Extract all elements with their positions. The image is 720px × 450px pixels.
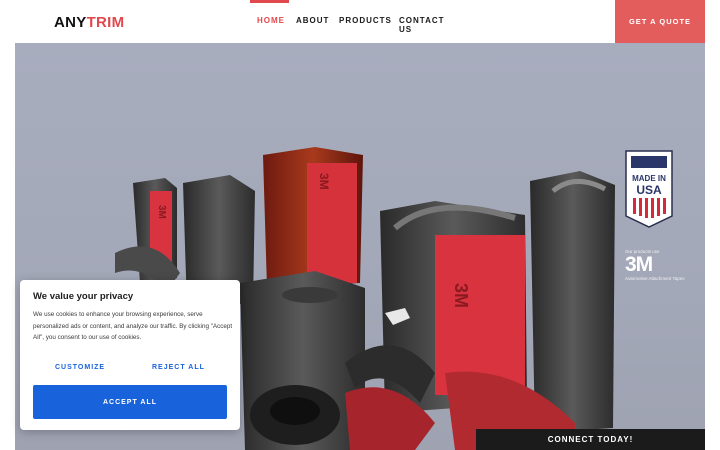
nav-products[interactable]: PRODUCTS (339, 16, 392, 25)
nav-about[interactable]: ABOUT (296, 16, 329, 25)
active-nav-indicator (250, 0, 289, 3)
site-logo[interactable]: ANYTRIM (54, 14, 124, 31)
profile-print-2: 3M (317, 173, 331, 190)
nav-home[interactable]: HOME (257, 16, 285, 25)
cookie-text: We use cookies to enhance your browsing … (33, 311, 233, 341)
logo-any: ANY (54, 14, 87, 31)
cookie-title: We value your privacy (33, 291, 134, 302)
logo-trim: TRIM (86, 14, 125, 31)
customize-button[interactable]: CUSTOMIZE (55, 364, 105, 371)
nav-contact-us[interactable]: CONTACT US (399, 16, 445, 34)
badge-line1: MADE IN (632, 174, 666, 183)
badge-line2: USA (636, 183, 662, 197)
3m-tape-mark: Our products use 3M Automotive Attachmen… (625, 249, 695, 281)
accept-all-button[interactable]: ACCEPT ALL (33, 385, 227, 419)
site-header: ANYTRIM HOME ABOUT PRODUCTS CONTACT US G… (0, 0, 720, 43)
tape-caption-bottom: Automotive Attachment Tapes (625, 276, 685, 281)
profile-print-3: 3M (451, 283, 471, 308)
3m-logo: 3M (625, 253, 653, 276)
made-in-usa-badge: MADE IN USA (625, 150, 673, 228)
profile-print-1: 3M (156, 205, 167, 219)
reject-all-button[interactable]: REJECT ALL (152, 364, 205, 371)
get-a-quote-button[interactable]: GET A QUOTE (615, 0, 705, 43)
connect-today-button[interactable]: CONNECT TODAY! (476, 429, 705, 450)
cookie-consent-banner: We value your privacy We use cookies to … (20, 280, 240, 430)
